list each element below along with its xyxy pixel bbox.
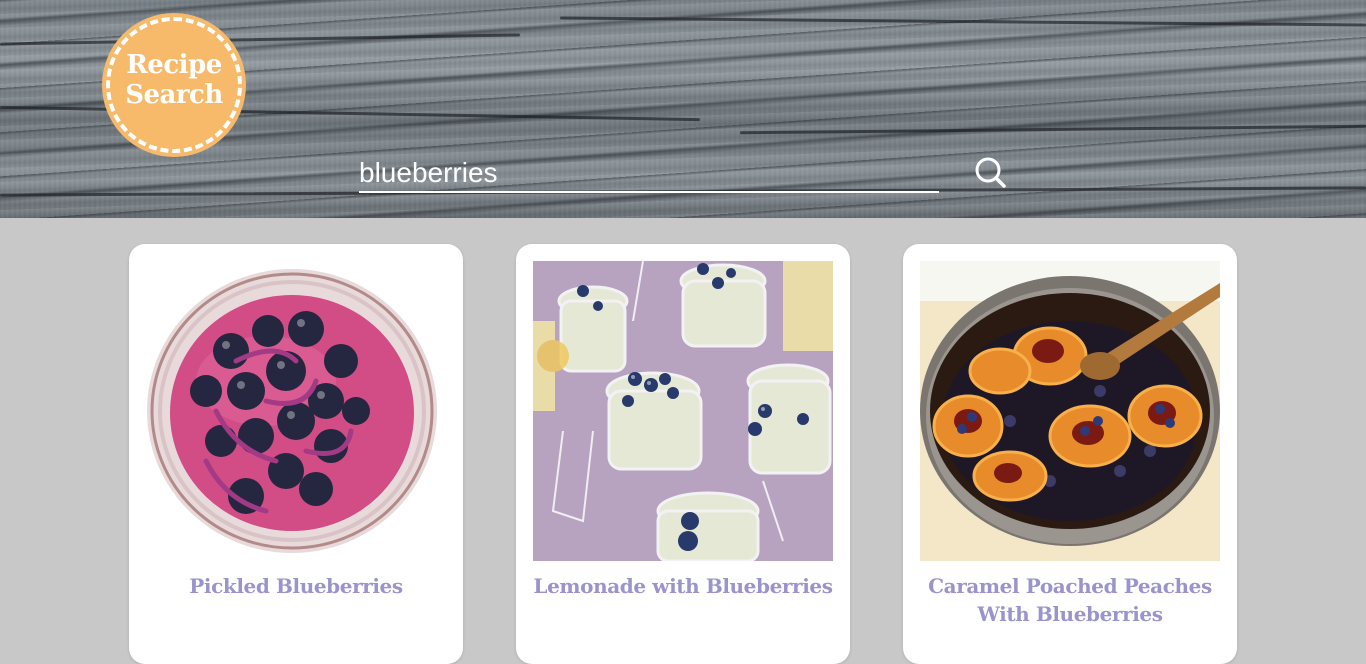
wood-grain	[740, 124, 1366, 135]
recipe-title[interactable]: Pickled Blueberries	[139, 572, 453, 600]
logo-line-1: Recipe	[126, 50, 222, 80]
search-button[interactable]	[968, 152, 1012, 192]
lemonade-photo	[533, 261, 833, 561]
recipe-card[interactable]: Pickled Blueberries	[129, 244, 463, 664]
wood-grain	[0, 33, 520, 46]
pickled-blueberries-photo	[146, 261, 446, 561]
recipe-card[interactable]: Caramel Poached Peaches With Blueberries	[903, 244, 1237, 664]
recipe-image[interactable]	[533, 261, 833, 561]
logo-text: Recipe Search	[102, 50, 246, 110]
recipe-image[interactable]	[920, 261, 1220, 561]
poached-peaches-photo	[920, 261, 1220, 561]
logo-line-2: Search	[125, 80, 223, 110]
recipe-title[interactable]: Caramel Poached Peaches With Blueberries	[913, 572, 1227, 628]
recipe-card[interactable]: Lemonade with Blueberries	[516, 244, 850, 664]
search-icon	[975, 157, 1006, 188]
search-input[interactable]	[359, 155, 939, 193]
wood-grain	[560, 16, 1366, 27]
logo[interactable]: Recipe Search	[102, 13, 246, 157]
recipe-title[interactable]: Lemonade with Blueberries	[526, 572, 840, 600]
recipe-image[interactable]	[146, 261, 446, 561]
header-banner: Recipe Search	[0, 0, 1366, 218]
